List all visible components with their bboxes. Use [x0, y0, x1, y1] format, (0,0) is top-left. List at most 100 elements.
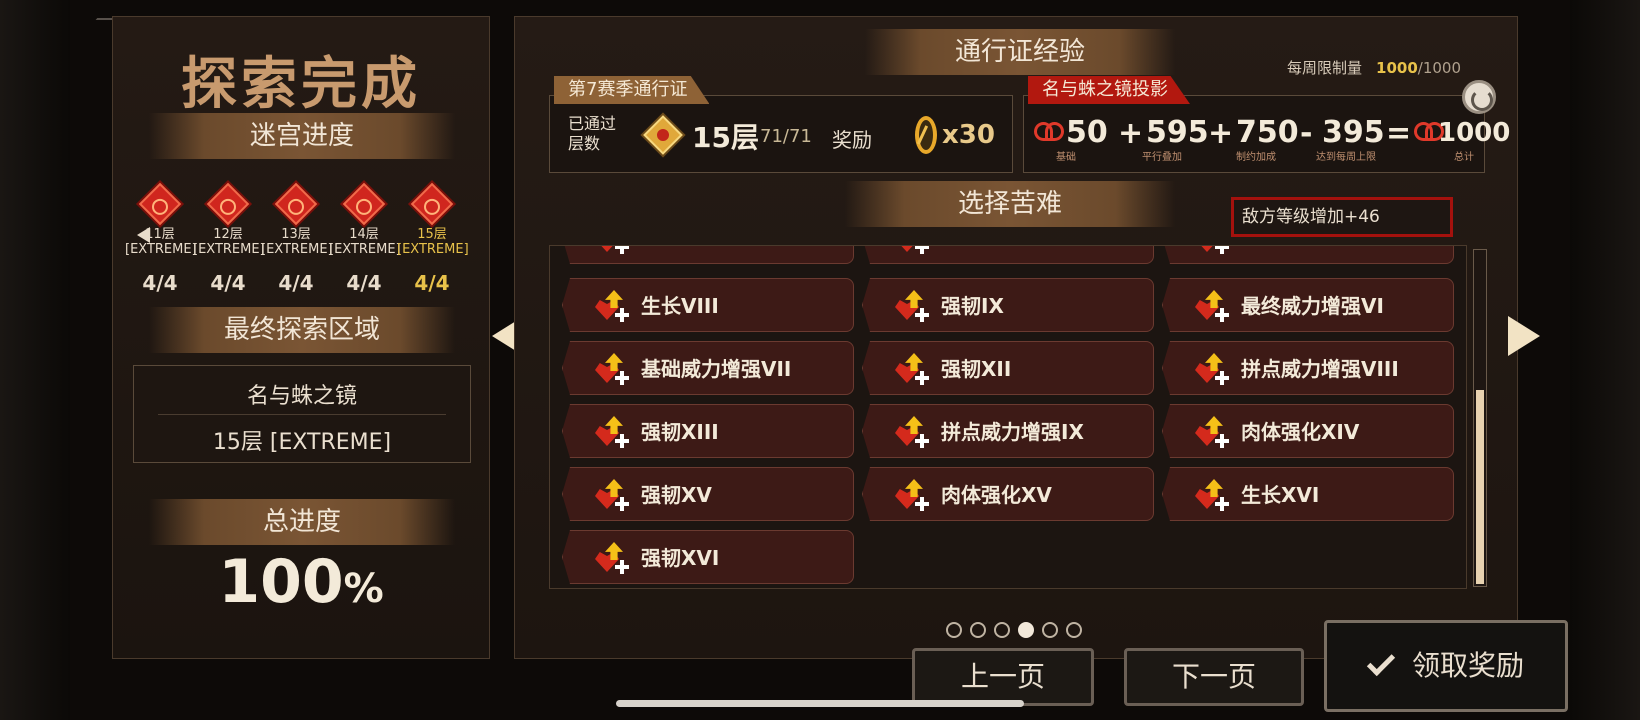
- final-area-box: 名与蛛之镜 15层 [EXTREME]: [133, 365, 471, 463]
- page-dot[interactable]: [994, 621, 1010, 638]
- floor-item-12: 12层 [EXTREME] 4/4: [193, 182, 265, 295]
- page-dot[interactable]: [1066, 621, 1082, 638]
- card-label: 强韧XVI: [641, 546, 720, 570]
- floor-count: 4/4: [142, 271, 178, 295]
- hardship-card[interactable]: 肉体强化XV: [862, 467, 1154, 521]
- prev-page-button[interactable]: 上一页: [912, 648, 1094, 706]
- floor-name: 13层: [281, 227, 311, 242]
- floor-count: 4/4: [346, 271, 382, 295]
- toughness-icon: [595, 479, 629, 511]
- card-label: 生长XVI: [1241, 483, 1320, 507]
- floor-name: 14层: [349, 227, 379, 242]
- hardship-card[interactable]: 基础威力增强VII: [562, 341, 854, 395]
- card-label: 拼点威力增强IX: [941, 420, 1084, 444]
- check-icon: [1366, 647, 1396, 677]
- growth-icon: [595, 290, 629, 322]
- next-page-button[interactable]: 下一页: [1124, 648, 1304, 706]
- plus-op: +: [1208, 116, 1234, 151]
- refresh-icon[interactable]: [1462, 80, 1496, 114]
- card-label: 肉体强化XIV: [1241, 420, 1360, 444]
- floor-mode: [EXTREME]: [329, 242, 401, 257]
- card-label: 拼点威力增强VIII: [1241, 357, 1399, 381]
- final-power-icon: [1195, 290, 1229, 322]
- floor-item-15: 15层 [EXTREME] 4/4: [397, 182, 469, 295]
- card-label: 强韧XIII: [641, 420, 719, 444]
- reward-multiplier: x30: [942, 120, 995, 150]
- hardship-card[interactable]: 强韧XV: [562, 467, 854, 521]
- calc-base-label: 基础: [1056, 152, 1076, 163]
- calc-contract-label: 制约加成: [1236, 152, 1276, 163]
- page-dot[interactable]: [970, 621, 986, 638]
- base-power-icon: [595, 353, 629, 385]
- floor-emblem-icon: [138, 182, 182, 226]
- floor-name: 12层: [213, 227, 243, 242]
- exploration-summary-panel: 探索完成 迷宫进度 11层 [EXTREME] 4/4 12层 [EXTREME…: [112, 16, 490, 659]
- card-label: 基础威力增强VII: [641, 357, 792, 381]
- floor-progress-row: 11层 [EXTREME] 4/4 12层 [EXTREME] 4/4 13层 …: [125, 182, 483, 295]
- hardship-card[interactable]: 拼点威力增强IX: [862, 404, 1154, 458]
- hardship-card[interactable]: 强韧IX: [862, 278, 1154, 332]
- page-dot[interactable]: [946, 621, 962, 638]
- floor-count: 4/4: [210, 271, 246, 295]
- scrollbar-thumb[interactable]: [1476, 390, 1484, 584]
- hardship-card[interactable]: 生长VIII: [562, 278, 854, 332]
- hardship-card[interactable]: 强韧XVI: [562, 530, 854, 584]
- card-label: 强韧XII: [941, 357, 1012, 381]
- total-progress-label: 总进度: [149, 499, 455, 545]
- page-dot[interactable]: [1042, 621, 1058, 638]
- card-label: 强韧XV: [641, 483, 712, 507]
- calc-contract-value: 750: [1236, 115, 1299, 150]
- toughness-icon: [895, 290, 929, 322]
- hardship-card[interactable]: [1162, 246, 1454, 264]
- home-indicator[interactable]: [616, 700, 1024, 707]
- body-icon: [1195, 416, 1229, 448]
- floor-mode: [EXTREME]: [261, 242, 333, 257]
- hardship-card[interactable]: 生长XVI: [1162, 467, 1454, 521]
- hardship-card[interactable]: 最终威力增强VI: [1162, 278, 1454, 332]
- hardship-card[interactable]: 拼点威力增强VIII: [1162, 341, 1454, 395]
- calc-parallel: 595: [1146, 116, 1209, 150]
- next-arrow-icon[interactable]: [1508, 316, 1540, 356]
- calc-cap: 395: [1322, 116, 1385, 150]
- weekly-limit-label: 每周限制量: [1287, 59, 1363, 77]
- projection-calc-box: 名与蛛之镜投影 50 基础 + 595 平行叠加 + 750 制约加成 - 39…: [1023, 76, 1510, 173]
- plus-op: +: [1118, 116, 1144, 151]
- ribbon-icon: [1034, 120, 1064, 146]
- floor-mode: [EXTREME]: [397, 242, 469, 257]
- hardship-card[interactable]: [562, 246, 854, 264]
- percent-sign: %: [343, 566, 384, 612]
- calc-parallel-label: 平行叠加: [1142, 152, 1182, 163]
- floor-item-11: 11层 [EXTREME] 4/4: [125, 182, 197, 295]
- floor-emblem-icon: [342, 182, 386, 226]
- hardship-card-grid[interactable]: 生长VIII 强韧IX 最终威力增强VI 基础威力增强VII 强韧XII 拼点威…: [549, 245, 1467, 589]
- weekly-limit-value: 1000: [1376, 59, 1418, 77]
- right-frame: [1570, 0, 1640, 720]
- final-area-name: 名与蛛之镜: [246, 384, 357, 409]
- floor-count: 4/4: [414, 271, 450, 295]
- floor-name: 11层: [145, 227, 175, 242]
- page-dot-active[interactable]: [1018, 621, 1034, 638]
- card-grid-scrollbar[interactable]: [1473, 249, 1487, 587]
- hardship-card[interactable]: [862, 246, 1154, 264]
- hardship-card[interactable]: 强韧XII: [862, 341, 1154, 395]
- left-frame: [0, 0, 70, 720]
- toughness-icon: [595, 542, 629, 574]
- hardship-card[interactable]: 肉体强化XIV: [1162, 404, 1454, 458]
- floor-emblem-icon: [410, 182, 454, 226]
- floor-name: 15层: [417, 227, 447, 242]
- calc-base: 50: [1066, 116, 1108, 150]
- maze-progress-label: 迷宫进度: [149, 113, 455, 159]
- calc-total-value: 1000: [1438, 118, 1511, 148]
- hardship-card[interactable]: 强韧XIII: [562, 404, 854, 458]
- claim-reward-button[interactable]: 领取奖励: [1324, 620, 1568, 712]
- floor-mode: [EXTREME]: [125, 242, 197, 257]
- minus-op: -: [1300, 116, 1313, 151]
- growth-icon: [595, 246, 629, 254]
- season-pass-tag: 第7赛季通行证: [554, 76, 710, 104]
- pass-coin-icon: [915, 116, 937, 154]
- floor-mode: [EXTREME]: [193, 242, 265, 257]
- body-icon: [1195, 246, 1229, 254]
- toughness-icon: [895, 246, 929, 254]
- floor-item-13: 13层 [EXTREME] 4/4: [261, 182, 333, 295]
- toughness-icon: [895, 353, 929, 385]
